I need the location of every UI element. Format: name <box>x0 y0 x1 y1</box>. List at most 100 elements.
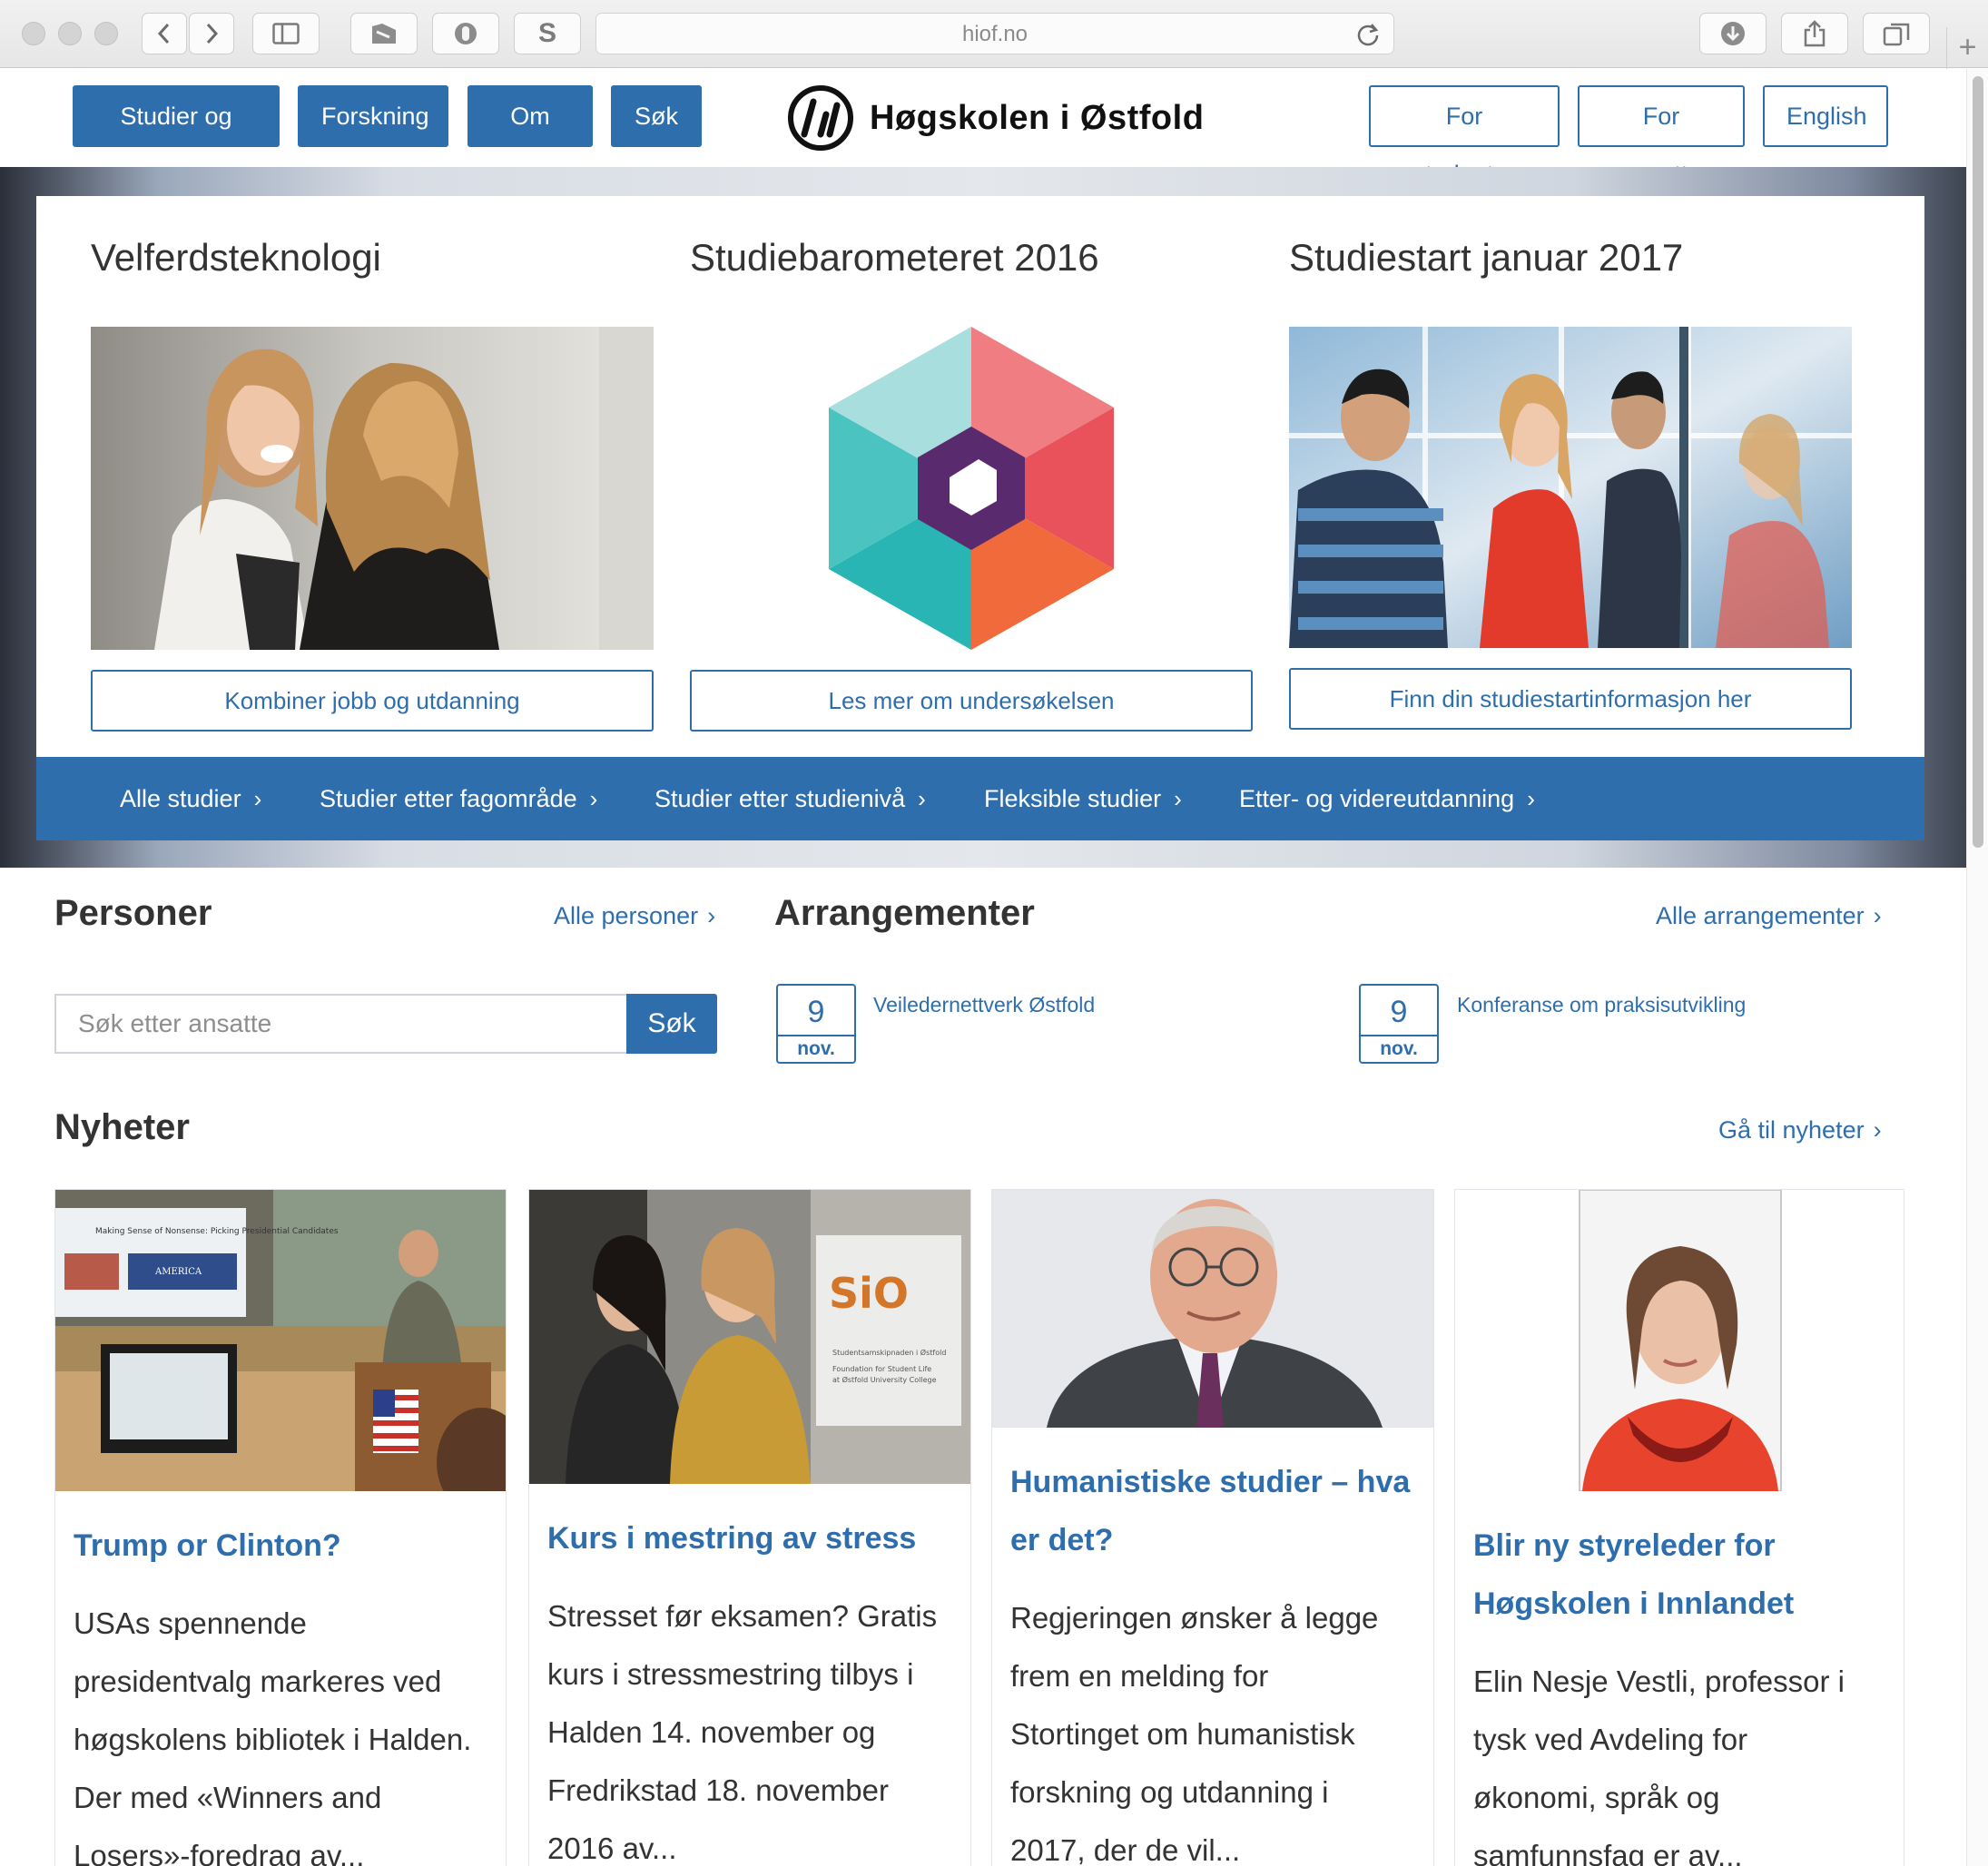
nav-forskning[interactable]: Forskning <box>298 85 448 147</box>
feature-title-velferdsteknologi[interactable]: Velferdsteknologi <box>91 236 381 280</box>
download-icon <box>1721 22 1745 45</box>
reload-icon[interactable] <box>1355 22 1381 47</box>
study-link-fagomrade[interactable]: Studier etter fagområde › <box>320 757 597 840</box>
nav-studier-og-kurs[interactable]: Studier og kurs <box>73 85 280 192</box>
employee-search-button[interactable]: Søk <box>626 994 717 1054</box>
news-text-line: Fredrikstad 18. november <box>547 1773 890 1807</box>
study-link-label: Studier etter fagområde <box>320 785 577 812</box>
kombiner-jobb-button[interactable]: Kombiner jobb og utdanning <box>91 670 654 732</box>
downloads-button[interactable] <box>1699 13 1767 54</box>
site-logo[interactable]: Høgskolen i Østfold <box>786 83 1204 152</box>
share-icon <box>1804 20 1826 47</box>
study-link-fleksible[interactable]: Fleksible studier › <box>984 757 1182 840</box>
for-ansatte-button[interactable]: For ansatte <box>1578 85 1745 188</box>
news-text-line: Stortinget om humanistisk <box>1010 1717 1355 1751</box>
news-text-line: frem en melding for <box>1010 1659 1269 1693</box>
event-month: nov. <box>1361 1035 1437 1062</box>
chevron-right-icon: › <box>1873 1116 1882 1144</box>
sio-logo-text: SiO <box>829 1269 909 1318</box>
zoom-window-icon[interactable] <box>94 22 118 45</box>
finn-studiestart-button[interactable]: Finn din studiestartinformasjon her <box>1289 668 1852 730</box>
alle-arrangementer-link[interactable]: Alle arrangementer › <box>1656 902 1882 930</box>
chevron-right-icon: › <box>918 785 926 812</box>
news-image-lecture: Making Sense of Nonsense: Picking Presid… <box>55 1190 506 1491</box>
slide-title-text: Making Sense of Nonsense: Picking Presid… <box>95 1227 339 1236</box>
feature-image-students[interactable] <box>91 327 654 650</box>
sio-caption-3: at Østfold University College <box>832 1375 937 1384</box>
new-tab-button[interactable]: + <box>1946 27 1988 69</box>
address-bar[interactable]: hiof.no <box>595 13 1394 54</box>
feature-title-studiebarometeret[interactable]: Studiebarometeret 2016 <box>690 236 1099 280</box>
news-text-line: Regjeringen ønsker å legge <box>1010 1601 1379 1635</box>
site-header: Studier og kurs Forskning Om oss Søk Høg… <box>0 69 1966 192</box>
page-scrollbar[interactable] <box>1966 69 1988 1866</box>
plus-icon: + <box>1958 30 1977 64</box>
employee-search-input[interactable]: Søk etter ansatte <box>54 994 628 1054</box>
study-navigation-bar: Alle studier › Studier etter fagområde › S… <box>36 757 1924 840</box>
study-link-studieniva[interactable]: Studier etter studienivå › <box>654 757 926 840</box>
news-card[interactable]: Making Sense of Nonsense: Picking Presid… <box>54 1189 507 1866</box>
sio-caption-2: Foundation for Student Life <box>832 1365 931 1373</box>
news-title-line: er det? <box>1010 1523 1114 1557</box>
nav-om-oss[interactable]: Om oss <box>467 85 593 192</box>
event-link-veiledernettverk[interactable]: Veiledernettverk Østfold <box>873 993 1095 1017</box>
study-link-label: Alle studier <box>120 785 241 812</box>
sio-caption-1: Studentsamskipnaden i Østfold <box>832 1348 946 1357</box>
english-button[interactable]: English <box>1763 85 1888 147</box>
news-card[interactable]: Humanistiske studier – hva er det? Regje… <box>991 1189 1434 1866</box>
news-title[interactable]: Blir ny styreleder for Høgskolen i Innla… <box>1473 1517 1885 1633</box>
news-title[interactable]: Trump or Clinton? <box>74 1517 487 1575</box>
study-link-videreutdanning[interactable]: Etter- og videreutdanning › <box>1239 757 1535 840</box>
alle-personer-link[interactable]: Alle personer › <box>554 902 715 930</box>
news-card[interactable]: SiO Studentsamskipnaden i Østfold Founda… <box>528 1189 971 1866</box>
study-link-label: Fleksible studier <box>984 785 1162 812</box>
address-text: hiof.no <box>961 22 1028 46</box>
study-link-label: Etter- og videreutdanning <box>1239 785 1515 812</box>
chevron-right-icon: › <box>1873 902 1882 929</box>
s-extension-button[interactable]: S <box>514 13 581 54</box>
students-photo <box>91 327 654 650</box>
les-mer-button[interactable]: Les mer om undersøkelsen <box>690 670 1253 732</box>
tabs-icon <box>1883 23 1910 46</box>
news-title-line: Humanistiske studier – hva <box>1010 1465 1411 1499</box>
privacy-extension-button[interactable] <box>432 13 499 54</box>
news-summary: Regjeringen ønsker å legge frem en meldi… <box>1010 1589 1419 1866</box>
news-image-styreleder <box>1455 1190 1904 1491</box>
feature-image-studiestart[interactable] <box>1289 327 1852 648</box>
chevron-right-icon: › <box>1174 785 1182 812</box>
feature-image-studiebarometeret[interactable] <box>690 327 1253 650</box>
news-text-line: Stresset før eksamen? Gratis <box>547 1599 938 1633</box>
news-summary: Elin Nesje Vestli, professor i tysk ved … <box>1473 1653 1889 1866</box>
minimize-window-icon[interactable] <box>58 22 82 45</box>
event-date-badge: 9 nov. <box>776 984 856 1064</box>
nyheter-heading: Nyheter <box>54 1107 190 1147</box>
news-card[interactable]: Blir ny styreleder for Høgskolen i Innla… <box>1454 1189 1904 1866</box>
news-title[interactable]: Kurs i mestring av stress <box>547 1509 952 1567</box>
sidebar-button[interactable] <box>252 13 320 54</box>
study-link-alle-studier[interactable]: Alle studier › <box>120 757 261 840</box>
event-link-konferanse[interactable]: Konferanse om praksisutvikling <box>1457 993 1746 1017</box>
feature-title-studiestart[interactable]: Studiestart januar 2017 <box>1289 236 1683 280</box>
tabs-overview-button[interactable] <box>1863 13 1930 54</box>
slide-america-text: AMERICA <box>154 1267 202 1277</box>
scrollbar-thumb[interactable] <box>1973 76 1983 848</box>
back-button[interactable] <box>142 13 187 54</box>
news-text-line: forskning og utdanning i <box>1010 1775 1329 1809</box>
news-text-line: presidentvalg markeres ved <box>74 1665 442 1698</box>
reader-extension-button[interactable] <box>350 13 418 54</box>
event-date-badge: 9 nov. <box>1359 984 1439 1064</box>
ga-til-nyheter-link[interactable]: Gå til nyheter › <box>1718 1116 1882 1144</box>
nav-sok[interactable]: Søk <box>611 85 702 147</box>
forward-button[interactable] <box>189 13 234 54</box>
share-button[interactable] <box>1781 13 1848 54</box>
close-window-icon[interactable] <box>22 22 45 45</box>
news-text-line: Losers»-foredrag av... <box>74 1839 365 1866</box>
reader-icon <box>372 24 396 44</box>
hexagon-logo-icon <box>690 327 1253 650</box>
news-title[interactable]: Humanistiske studier – hva er det? <box>1010 1453 1415 1569</box>
news-image-stress-course: SiO Studentsamskipnaden i Østfold Founda… <box>529 1190 970 1484</box>
news-text-line: USAs spennende <box>74 1606 307 1640</box>
news-summary: Stresset før eksamen? Gratis kurs i stre… <box>547 1587 956 1866</box>
stress-course-photo: SiO Studentsamskipnaden i Østfold Founda… <box>529 1190 970 1484</box>
for-studenter-button[interactable]: For studenter <box>1369 85 1560 188</box>
